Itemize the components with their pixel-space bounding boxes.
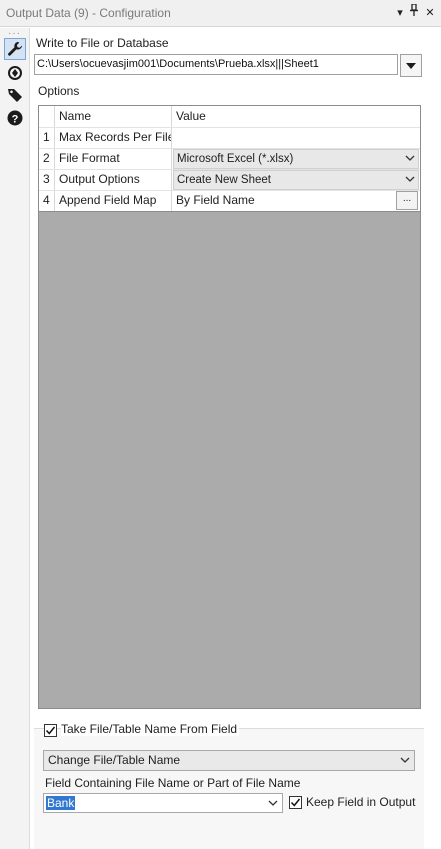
wrench-icon[interactable] bbox=[4, 38, 26, 60]
option-name-output-options: Output Options bbox=[59, 172, 140, 186]
row-number: 1 bbox=[43, 130, 50, 144]
row-number: 2 bbox=[43, 151, 50, 165]
chevron-down-icon bbox=[400, 752, 410, 771]
take-name-from-field-label: Take File/Table Name From Field bbox=[61, 722, 240, 736]
option-name-max-records: Max Records Per File bbox=[59, 130, 171, 144]
options-grid-rows: Name Value 1 Max Records Per File 2 File… bbox=[39, 106, 420, 212]
max-records-input[interactable] bbox=[172, 127, 420, 148]
append-field-map-value: By Field Name bbox=[176, 193, 255, 207]
checkmark-icon bbox=[45, 726, 56, 735]
chevron-down-icon bbox=[406, 62, 416, 69]
tool-strip: ··· ? bbox=[0, 28, 30, 849]
file-format-select[interactable]: Microsoft Excel (*.xlsx) bbox=[173, 149, 419, 169]
take-name-from-field-checkbox[interactable] bbox=[44, 724, 57, 737]
file-name-mode-select[interactable]: Change File/Table Name bbox=[43, 750, 415, 771]
options-grid: Name Value 1 Max Records Per File 2 File… bbox=[38, 105, 421, 709]
file-name-from-field-section: Take File/Table Name From Field Change F… bbox=[34, 722, 424, 849]
row-number: 4 bbox=[43, 193, 50, 207]
tag-icon[interactable] bbox=[4, 84, 26, 106]
output-options-select[interactable]: Create New Sheet bbox=[173, 170, 419, 190]
grid-header-value: Value bbox=[176, 109, 206, 123]
option-name-file-format: File Format bbox=[59, 151, 120, 165]
help-icon[interactable]: ? bbox=[4, 107, 26, 129]
svg-text:?: ? bbox=[12, 114, 19, 126]
options-label: Options bbox=[38, 84, 80, 98]
file-format-value: Microsoft Excel (*.xlsx) bbox=[177, 153, 294, 165]
panel-menu-icon[interactable]: ▾ bbox=[393, 4, 407, 22]
row-number: 3 bbox=[43, 172, 50, 186]
chevron-down-icon bbox=[268, 795, 278, 813]
grid-header-name: Name bbox=[59, 109, 92, 123]
close-icon[interactable]: ✕ bbox=[423, 4, 437, 22]
field-name-select[interactable]: Bank bbox=[43, 793, 283, 813]
path-dropdown-button[interactable] bbox=[400, 54, 422, 77]
option-name-append-field-map: Append Field Map bbox=[59, 193, 157, 207]
field-containing-name-label: Field Containing File Name or Part of Fi… bbox=[45, 776, 301, 790]
output-options-value: Create New Sheet bbox=[177, 174, 271, 186]
chevron-down-icon bbox=[405, 151, 415, 169]
checkmark-icon bbox=[290, 798, 301, 807]
field-name-value: Bank bbox=[46, 796, 76, 810]
append-field-map-button[interactable]: ... bbox=[396, 191, 418, 210]
keep-field-label: Keep Field in Output bbox=[306, 795, 416, 809]
write-to-label: Write to File or Database bbox=[36, 36, 169, 50]
target-icon[interactable] bbox=[4, 62, 26, 84]
keep-field-checkbox[interactable] bbox=[289, 796, 302, 809]
chevron-down-icon bbox=[405, 172, 415, 190]
output-path-input[interactable]: C:\Users\ocuevasjim001\Documents\Prueba.… bbox=[34, 54, 398, 75]
panel-title: Output Data (9) - Configuration bbox=[6, 6, 171, 20]
panel-titlebar: Output Data (9) - Configuration ▾ ✕ bbox=[0, 0, 441, 27]
file-name-mode-value: Change File/Table Name bbox=[48, 753, 181, 767]
pin-icon[interactable] bbox=[407, 3, 421, 22]
